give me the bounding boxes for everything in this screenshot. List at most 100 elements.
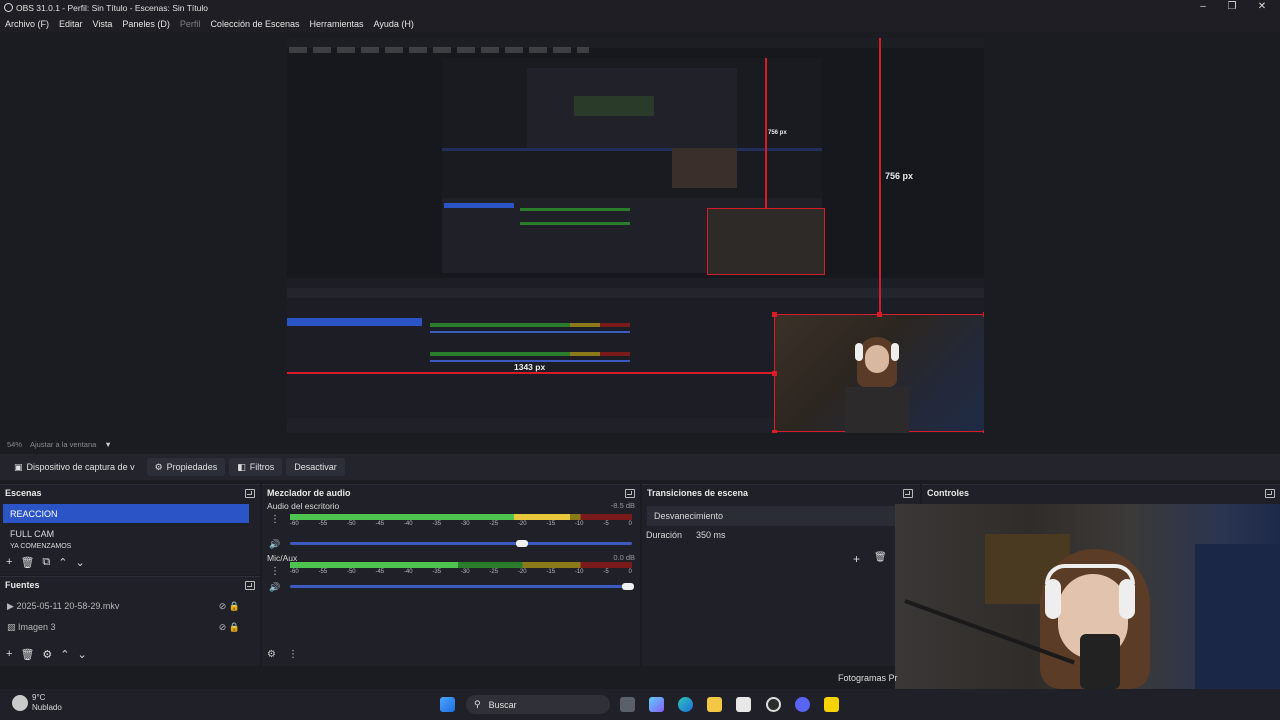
obs-studio-icon[interactable] bbox=[766, 697, 781, 712]
move-up-icon[interactable]: ⌃ bbox=[60, 648, 69, 661]
filters-button[interactable]: ◧ Filtros bbox=[229, 458, 283, 476]
undock-icon[interactable] bbox=[903, 488, 913, 498]
move-down-icon[interactable]: ⌄ bbox=[75, 556, 84, 569]
sources-dock: Fuentes ▶ 2025-05-11 20-58-29.mkv ⊘ 🔒 ▨ … bbox=[0, 576, 260, 666]
move-down-icon[interactable]: ⌄ bbox=[78, 648, 87, 661]
resize-handle[interactable] bbox=[772, 430, 777, 433]
discord-icon[interactable] bbox=[795, 697, 810, 712]
lock-icon[interactable]: 🔒 bbox=[229, 622, 240, 632]
nested-height-label: 756 px bbox=[768, 130, 787, 136]
speaker-icon[interactable]: 🔊 bbox=[269, 539, 280, 550]
menu-docks[interactable]: Paneles (D) bbox=[122, 19, 170, 29]
properties-button[interactable]: ⚙ Propiedades bbox=[146, 458, 226, 476]
cloud-icon bbox=[12, 695, 28, 711]
edge-browser-icon[interactable] bbox=[678, 697, 693, 712]
title-bar: OBS 31.0.1 - Perfil: Sin Título - Escena… bbox=[0, 0, 1280, 15]
duration-input[interactable]: 350 ms bbox=[696, 530, 726, 540]
zoom-mode[interactable]: Ajustar a la ventana bbox=[30, 440, 96, 449]
menu-edit[interactable]: Editar bbox=[59, 19, 83, 29]
scene-item[interactable]: YA COMENZAMOS bbox=[3, 543, 249, 551]
visibility-icon[interactable]: ⊘ bbox=[219, 601, 227, 611]
mixer-channel: Audio del escritorio -8.5 dB ⋮ -60 -55 -50… bbox=[262, 501, 640, 553]
menu-scene-collection[interactable]: Colección de Escenas bbox=[210, 19, 299, 29]
maximize-button[interactable]: ❐ bbox=[1217, 0, 1247, 15]
webcam-source-selection[interactable] bbox=[774, 314, 984, 433]
scenes-dock: Escenas REACCION FULL CAM YA COMENZAMOS … bbox=[0, 484, 260, 575]
undock-icon[interactable] bbox=[245, 488, 255, 498]
scene-filters-icon[interactable]: ⧉ bbox=[42, 556, 50, 569]
trash-icon[interactable]: 🗑 bbox=[20, 556, 34, 569]
menu-profile[interactable]: Perfil bbox=[180, 19, 201, 29]
transitions-title: Transiciones de escena bbox=[647, 488, 749, 498]
deactivate-button[interactable]: Desactivar bbox=[286, 458, 345, 476]
duration-label: Duración bbox=[646, 530, 683, 540]
mixer-title: Mezclador de audio bbox=[267, 488, 351, 498]
obs-logo-icon bbox=[4, 3, 13, 12]
width-measure-label: 1343 px bbox=[514, 362, 546, 372]
meter-ticks: -60 -55 -50 -45 -40 -35 -30 -25 -20 -15 -10 -5 0 bbox=[290, 569, 632, 575]
webcam-overlay bbox=[895, 504, 1280, 689]
width-guide-line bbox=[287, 372, 774, 374]
sources-title: Fuentes bbox=[5, 580, 40, 590]
taskbar-search[interactable]: ⚲ Buscar bbox=[466, 695, 610, 714]
transitions-dock: Transiciones de escena Desvanecimiento D… bbox=[642, 484, 920, 666]
undock-icon[interactable] bbox=[625, 488, 635, 498]
chair bbox=[1195, 544, 1280, 689]
search-icon: ⚲ bbox=[474, 699, 481, 709]
minimize-button[interactable]: – bbox=[1188, 0, 1218, 15]
more-options-icon[interactable]: ⋮ bbox=[270, 514, 280, 525]
menu-file[interactable]: Archivo (F) bbox=[5, 19, 49, 29]
zoom-bar: 54% Ajustar a la ventana ▼ bbox=[0, 437, 1280, 451]
channel-db: -8.5 dB bbox=[610, 501, 635, 510]
volume-meter bbox=[290, 514, 632, 520]
resize-handle[interactable] bbox=[877, 312, 882, 317]
menu-tools[interactable]: Herramientas bbox=[310, 19, 364, 29]
channel-name: Audio del escritorio bbox=[267, 501, 340, 511]
task-view-icon[interactable] bbox=[620, 697, 635, 712]
volume-slider[interactable] bbox=[290, 583, 634, 590]
source-item[interactable]: ▶ 2025-05-11 20-58-29.mkv ⊘ 🔒 bbox=[0, 597, 260, 616]
resize-handle[interactable] bbox=[772, 371, 777, 376]
gear-icon[interactable]: ⚙ bbox=[42, 648, 52, 661]
more-options-icon[interactable]: ⋮ bbox=[288, 649, 298, 660]
store-icon[interactable] bbox=[736, 697, 751, 712]
menu-view[interactable]: Vista bbox=[93, 19, 113, 29]
copilot-icon[interactable] bbox=[649, 697, 664, 712]
move-up-icon[interactable]: ⌃ bbox=[58, 556, 67, 569]
trash-icon[interactable]: 🗑 bbox=[20, 648, 34, 661]
play-icon[interactable]: ▶ bbox=[7, 601, 14, 611]
filter-icon: ◧ bbox=[237, 461, 246, 472]
weather-widget[interactable]: 9°C Nublado bbox=[12, 693, 62, 713]
chevron-down-icon[interactable]: ▼ bbox=[104, 440, 111, 449]
scene-item[interactable]: REACCION bbox=[3, 504, 249, 523]
visibility-icon[interactable]: ⊘ bbox=[219, 622, 227, 632]
add-icon[interactable]: + bbox=[853, 552, 860, 566]
controls-title: Controles bbox=[927, 488, 970, 498]
scene-item[interactable]: FULL CAM bbox=[3, 524, 249, 543]
undock-icon[interactable] bbox=[245, 580, 255, 590]
volume-slider[interactable] bbox=[290, 540, 632, 547]
volume-meter bbox=[290, 562, 632, 568]
advanced-audio-icon[interactable]: ⚙ bbox=[267, 649, 276, 660]
preview-canvas[interactable]: 756 px 756 px 1343 px bbox=[287, 38, 984, 433]
close-button[interactable]: ✕ bbox=[1247, 0, 1277, 15]
more-options-icon[interactable]: ⋮ bbox=[270, 566, 280, 577]
resize-handle[interactable] bbox=[983, 312, 984, 317]
source-item[interactable]: ▨ Imagen 3 ⊘ 🔒 bbox=[0, 618, 260, 637]
file-explorer-icon[interactable] bbox=[707, 697, 722, 712]
trash-icon[interactable]: 🗑 bbox=[874, 552, 887, 566]
add-icon[interactable]: + bbox=[6, 648, 12, 660]
add-icon[interactable]: + bbox=[6, 556, 12, 568]
menu-help[interactable]: Ayuda (H) bbox=[374, 19, 414, 29]
lock-icon[interactable]: 🔒 bbox=[229, 601, 240, 611]
speaker-icon[interactable]: 🔊 bbox=[269, 582, 280, 593]
resize-handle[interactable] bbox=[772, 312, 777, 317]
audio-mixer-dock: Mezclador de audio Audio del escritorio … bbox=[262, 484, 640, 666]
transition-select[interactable]: Desvanecimiento bbox=[647, 506, 920, 526]
undock-icon[interactable] bbox=[1265, 488, 1275, 498]
app-icon[interactable] bbox=[824, 697, 839, 712]
selected-source-label: ▣ Dispositivo de captura de v bbox=[14, 461, 135, 473]
mixer-channel: Mic/Aux 0.0 dB ⋮ -60 -55 -50 -45 -40 -35 -30 -2… bbox=[262, 553, 640, 605]
windows-start-icon[interactable] bbox=[440, 697, 455, 712]
resize-handle[interactable] bbox=[983, 430, 984, 433]
